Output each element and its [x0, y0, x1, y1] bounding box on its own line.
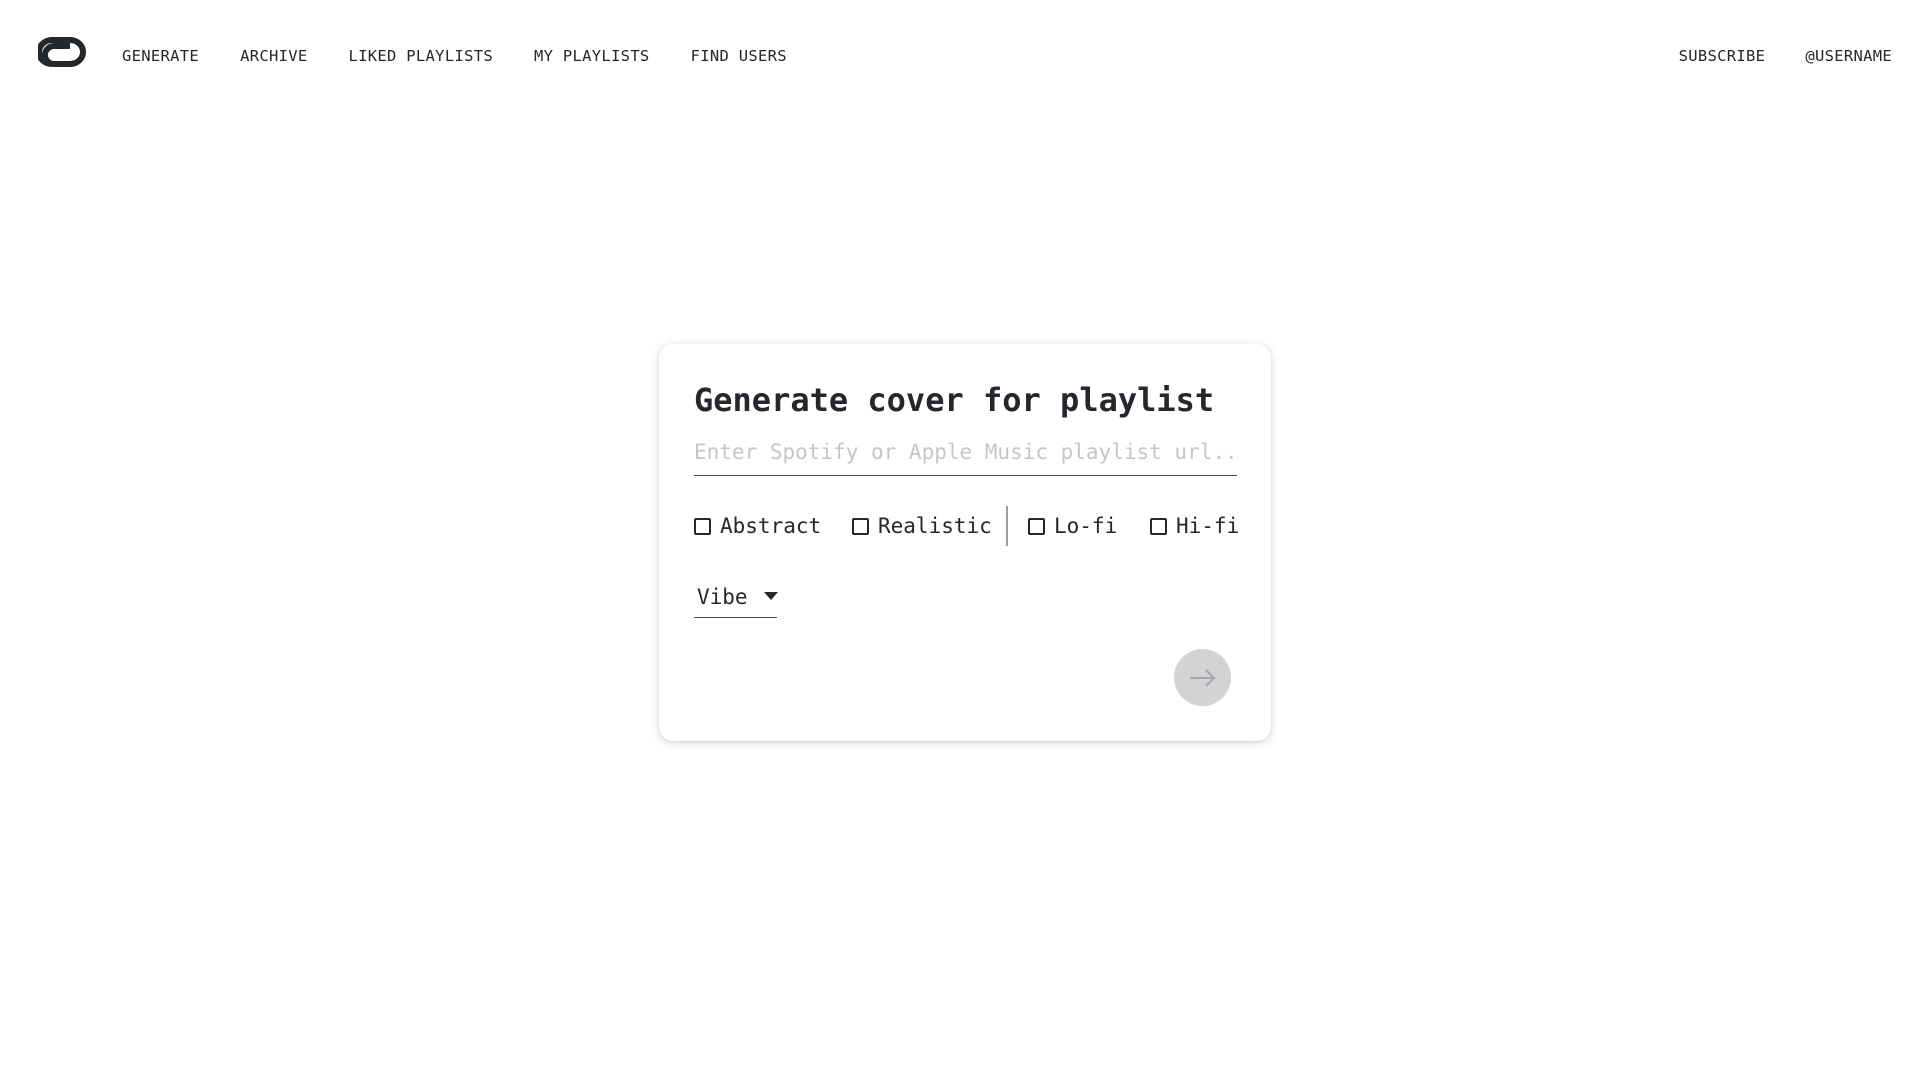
card-title: Generate cover for playlist	[694, 381, 1215, 419]
lofi-label: Lo-fi	[1054, 514, 1118, 538]
realistic-label: Realistic	[878, 514, 992, 538]
checkbox-icon[interactable]	[1150, 517, 1167, 535]
realistic-checkbox[interactable]: Realistic	[852, 506, 992, 546]
playlist-url-input[interactable]	[694, 434, 1237, 476]
username-link[interactable]: @USERNAME	[1805, 46, 1892, 66]
logo-icon[interactable]	[38, 36, 86, 72]
vibe-select[interactable]: Vibe	[694, 576, 778, 618]
top-nav: GENERATE ARCHIVE LIKED PLAYLISTS MY PLAY…	[0, 0, 1920, 112]
checkbox-icon[interactable]	[852, 517, 869, 535]
hifi-checkbox[interactable]: Hi-fi	[1150, 506, 1239, 546]
submit-button[interactable]	[1174, 649, 1231, 706]
nav-archive-link[interactable]: ARCHIVE	[240, 46, 307, 66]
account-nav: SUBSCRIBE @USERNAME	[1639, 46, 1892, 66]
nav-find-users-link[interactable]: FIND USERS	[691, 46, 787, 66]
vibe-select-value: Vibe	[697, 584, 748, 609]
checkbox-icon[interactable]	[694, 517, 711, 535]
nav-my-playlists-link[interactable]: MY PLAYLISTS	[534, 46, 650, 66]
options-divider	[1006, 506, 1008, 546]
lofi-checkbox[interactable]: Lo-fi	[1028, 506, 1117, 546]
nav-generate-link[interactable]: GENERATE	[122, 46, 199, 66]
caret-down-icon	[763, 591, 778, 600]
abstract-checkbox[interactable]: Abstract	[694, 506, 821, 546]
arrow-right-icon	[1189, 668, 1215, 687]
style-options: Abstract Realistic Lo-fi Hi-fi	[694, 506, 1239, 546]
main-nav: GENERATE ARCHIVE LIKED PLAYLISTS MY PLAY…	[122, 46, 828, 66]
subscribe-link[interactable]: SUBSCRIBE	[1679, 46, 1766, 66]
hifi-label: Hi-fi	[1176, 514, 1240, 538]
nav-liked-playlists-link[interactable]: LIKED PLAYLISTS	[349, 46, 493, 66]
checkbox-icon[interactable]	[1028, 517, 1045, 535]
abstract-label: Abstract	[720, 514, 822, 538]
generate-card: Generate cover for playlist Abstract Rea…	[659, 344, 1271, 741]
